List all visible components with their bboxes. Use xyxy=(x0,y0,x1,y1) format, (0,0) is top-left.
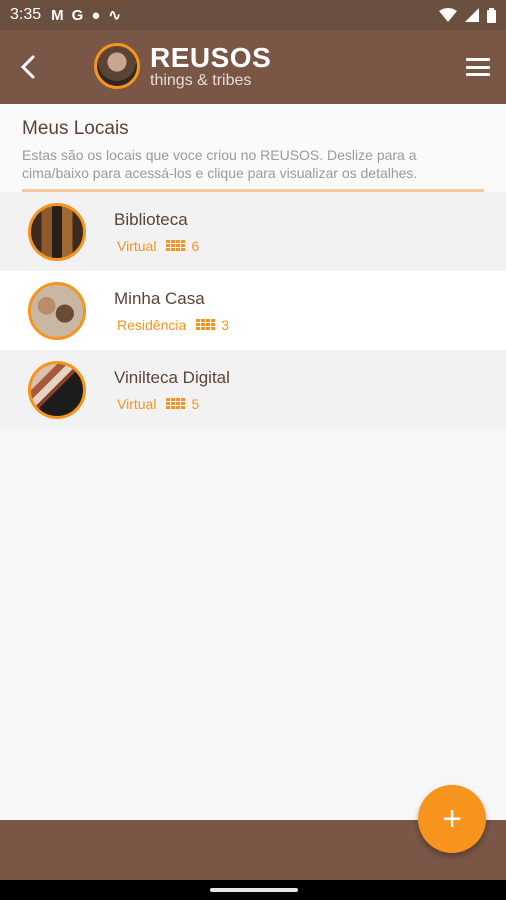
back-button[interactable] xyxy=(0,30,56,104)
home-gesture-handle[interactable] xyxy=(210,888,298,892)
grid-icon xyxy=(196,319,216,330)
page-description: Estas são os locais que voce criou no RE… xyxy=(22,147,418,181)
location-type: Virtual xyxy=(117,395,157,412)
plus-icon: + xyxy=(442,799,462,838)
location-item-minha-casa[interactable]: Minha Casa Residência 3 xyxy=(0,271,506,350)
location-thumbnail xyxy=(28,202,86,261)
battery-icon xyxy=(487,7,496,23)
location-thumbnail xyxy=(28,281,86,340)
status-right-icons xyxy=(439,7,496,23)
gmail-icon: M xyxy=(51,6,64,24)
system-nav-bar xyxy=(0,880,506,900)
location-name: Vinilteca Digital xyxy=(114,367,230,387)
app-logo: REUSOS things & tribes xyxy=(94,43,271,89)
location-thumbnail xyxy=(28,360,86,419)
page-title: Meus Locais xyxy=(22,118,129,139)
wifi-icon xyxy=(439,8,457,22)
status-bar: 3:35 M G ● ∿ xyxy=(0,0,506,30)
location-type: Residência xyxy=(117,316,187,333)
location-name: Minha Casa xyxy=(114,288,205,308)
status-time: 3:35 xyxy=(10,6,42,23)
globe-icon: ● xyxy=(91,6,101,24)
signal-wave-icon: ∿ xyxy=(108,7,121,24)
grid-icon xyxy=(166,398,186,409)
brand-tagline: things & tribes xyxy=(150,71,252,89)
app-bar: REUSOS things & tribes xyxy=(0,30,506,104)
cell-signal-icon xyxy=(465,8,479,22)
location-item-vinilteca-digital[interactable]: Vinilteca Digital Virtual 5 xyxy=(0,350,506,429)
brand-name: REUSOS xyxy=(150,41,272,73)
profile-avatar[interactable] xyxy=(94,43,140,89)
location-item-biblioteca[interactable]: Biblioteca Virtual 6 xyxy=(0,192,506,271)
location-name: Biblioteca xyxy=(114,209,188,229)
location-count: 3 xyxy=(221,316,230,333)
page-header: Meus Locais Estas são os locais que voce… xyxy=(0,104,506,192)
back-arrow-icon xyxy=(20,55,35,79)
brand: REUSOS things & tribes xyxy=(150,41,272,89)
google-icon: G xyxy=(71,6,84,24)
location-count: 6 xyxy=(191,237,200,254)
location-count: 5 xyxy=(191,395,200,412)
hamburger-menu-icon[interactable] xyxy=(466,55,490,79)
grid-icon xyxy=(166,240,186,251)
location-type: Virtual xyxy=(117,237,157,254)
add-location-button[interactable]: + xyxy=(418,785,486,853)
